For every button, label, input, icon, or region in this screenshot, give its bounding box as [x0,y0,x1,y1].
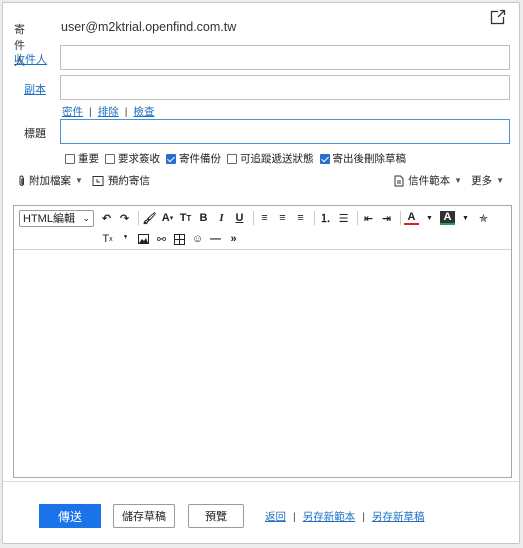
table-icon[interactable] [172,230,187,248]
text-height-icon[interactable]: TT [178,209,193,227]
editor-body[interactable] [14,250,511,477]
right-tools: 信件範本 ▼ 更多 ▼ [394,173,504,188]
outdent-icon[interactable]: ⇤ [361,209,376,227]
save-draft-button[interactable]: 儲存草稿 [113,504,175,528]
link-icon[interactable]: ⚯ [154,230,169,248]
chevron-down-icon: ⌄ [82,212,90,223]
rich-text-editor: HTML編輯 ⌄ ↶ ↷ 🖌 A ▾ TT B I U ≡ ≡ ≡ ⒈ ☰ ⇤ … [13,205,512,478]
font-size-icon[interactable]: A ▾ [160,209,175,227]
to-label-link[interactable]: 收件人 [14,51,47,67]
align-left-icon[interactable]: ≡ [257,209,272,227]
to-input[interactable] [60,45,510,70]
blockquote-icon[interactable]: ❜ [118,230,133,248]
bullet-list-icon[interactable]: ☰ [336,209,351,227]
font-color-icon[interactable]: A [404,211,419,225]
schedule-send-button[interactable]: 預約寄信 [108,173,150,188]
recipient-subtabs: 密件 | 排除 | 檢查 [62,106,155,118]
preview-button[interactable]: 預覽 [188,504,244,528]
chevron-down-icon[interactable]: ▼ [454,176,462,185]
attach-file-button[interactable]: 附加檔案 [29,173,71,188]
cc-label-link[interactable]: 副本 [24,81,46,97]
chevron-down-icon[interactable]: ▼ [75,176,83,185]
subject-label: 標題 [24,128,46,140]
italic-icon[interactable]: I [214,209,229,227]
checkbox-checked[interactable] [319,153,330,164]
ordered-list-icon[interactable]: ⒈ [318,209,333,227]
from-address: user@m2ktrial.openfind.com.tw [61,20,237,34]
horizontal-rule-icon[interactable]: — [208,230,223,248]
chevron-down-icon[interactable]: ▼ [496,176,504,185]
highlight-color-icon[interactable]: A [440,211,455,225]
editor-toolbar: HTML編輯 ⌄ ↶ ↷ 🖌 A ▾ TT B I U ≡ ≡ ≡ ⒈ ☰ ⇤ … [14,206,511,250]
format-select[interactable]: HTML編輯 ⌄ [19,209,94,227]
popout-icon[interactable] [490,9,506,25]
align-right-icon[interactable]: ≡ [293,209,308,227]
clear-format-icon[interactable]: Tx [100,230,115,248]
chevron-down-icon[interactable]: ▼ [422,209,437,227]
bcc-link[interactable]: 密件 [62,106,83,118]
checkbox[interactable] [227,153,237,164]
checkbox-checked[interactable] [166,153,176,164]
option-delete-draft-after-send[interactable]: 寄出後刪除草稿 [319,151,406,166]
emoji-icon[interactable]: ☺ [190,230,205,248]
option-track-delivery[interactable]: 可追蹤遞送狀態 [227,151,314,166]
paperclip-icon [19,175,24,186]
more-button[interactable]: 更多 [471,173,492,188]
compose-window: 寄件人 user@m2ktrial.openfind.com.tw 收件人 副本… [2,2,520,544]
expand-toolbar-icon[interactable]: » [226,230,241,248]
save-as-template-link[interactable]: 另存新範本 [303,511,356,523]
save-as-new-draft-link[interactable]: 另存新草稿 [372,511,425,523]
attach-row: 附加檔案 ▼ 預約寄信 [18,173,150,188]
indent-icon[interactable]: ⇥ [379,209,394,227]
format-painter-icon[interactable]: 🖌 [142,209,157,227]
template-button[interactable]: 信件範本 [408,173,450,188]
option-important[interactable]: 重要 [65,151,99,166]
checkbox[interactable] [65,153,75,164]
send-button[interactable]: 傳送 [39,504,101,528]
send-options: 重要 要求簽收 寄件備份 可追蹤遞送狀態 寄出後刪除草稿 [65,151,412,166]
back-link[interactable]: 返回 [265,511,286,523]
option-read-receipt[interactable]: 要求簽收 [105,151,160,166]
underline-icon[interactable]: U [232,209,247,227]
image-icon[interactable] [136,230,151,248]
redo-icon[interactable]: ↷ [117,209,132,227]
checkbox[interactable] [105,153,115,164]
bold-icon[interactable]: B [196,209,211,227]
star-icon[interactable]: ✯ [476,209,491,227]
check-link[interactable]: 檢查 [133,106,154,118]
option-save-sent-copy[interactable]: 寄件備份 [166,151,221,166]
footer-bar: 傳送 儲存草稿 預覽 返回 | 另存新範本 | 另存新草稿 [3,481,519,543]
cc-input[interactable] [60,75,510,100]
calendar-clock-icon [92,175,104,186]
subject-input[interactable] [60,119,510,144]
chevron-down-icon[interactable]: ▼ [458,209,473,227]
footer-links: 返回 | 另存新範本 | 另存新草稿 [265,511,425,523]
align-center-icon[interactable]: ≡ [275,209,290,227]
exclude-link[interactable]: 排除 [98,106,119,118]
template-icon [394,175,404,186]
undo-icon[interactable]: ↶ [99,209,114,227]
